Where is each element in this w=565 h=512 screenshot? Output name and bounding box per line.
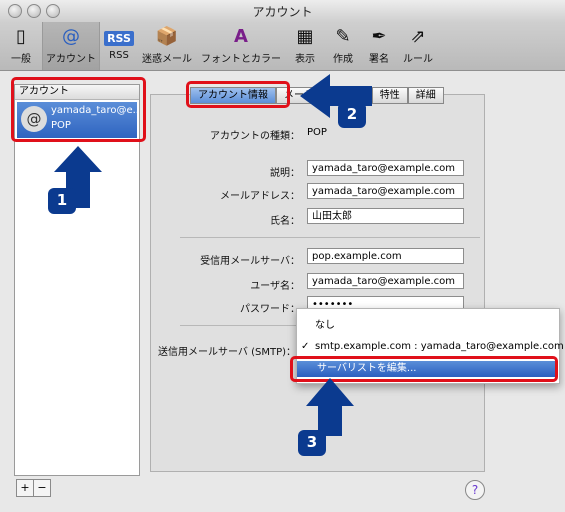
callout-badge-2: 2 xyxy=(338,102,366,128)
callout-arrows xyxy=(54,74,372,436)
callout-badge-3: 3 xyxy=(298,430,326,456)
callout-badge-1: 1 xyxy=(48,188,76,214)
up-arrow-icon xyxy=(306,378,354,436)
